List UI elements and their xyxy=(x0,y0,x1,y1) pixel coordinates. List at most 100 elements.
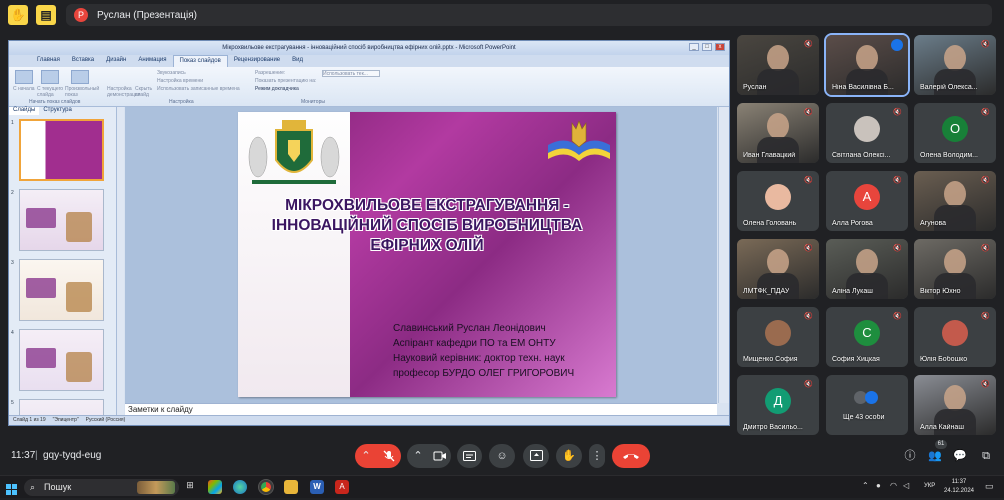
file-explorer-icon[interactable] xyxy=(284,480,298,494)
taskbar-search[interactable]: ⌕ Пошук xyxy=(24,479,179,496)
btn-from-start[interactable]: С начала xyxy=(13,86,35,92)
chevron-up-icon: ⌃ xyxy=(361,450,371,462)
participant-tile[interactable]: С 🔇 София Хицкая xyxy=(826,307,908,367)
participant-tile[interactable]: 🔇 Олена Головань xyxy=(737,171,819,231)
slide-author-line: Аспірант кафедри ПО та ЕМ ОНТУ xyxy=(393,338,556,349)
opt-presenter-view[interactable]: Режим докладчика xyxy=(255,86,299,92)
participant-tile[interactable]: 🔇 Руслан xyxy=(737,35,819,95)
camera-toggle-button[interactable] xyxy=(429,444,451,468)
opt-timing[interactable]: Использовать записанные времена xyxy=(157,86,240,92)
participant-tile[interactable]: 🔇 Иван Главацкий xyxy=(737,103,819,163)
ppt-tab[interactable]: Вид xyxy=(286,55,309,67)
monitor-dropdown[interactable]: Использовать тек... xyxy=(322,70,380,77)
mic-toggle-button[interactable] xyxy=(377,444,401,468)
side-tab[interactable]: Слайды xyxy=(9,107,40,115)
ppt-tab[interactable]: Анимация xyxy=(132,55,172,67)
copilot-icon[interactable] xyxy=(208,480,222,494)
notes-field[interactable]: Заметки к слайду xyxy=(125,403,717,415)
ppt-tab[interactable]: Главная xyxy=(31,55,66,67)
windows-start-icon[interactable] xyxy=(6,482,17,495)
tray-overflow-icon[interactable]: ⌃ xyxy=(862,481,869,490)
more-options-button[interactable]: ⋮ xyxy=(589,444,605,468)
word-icon[interactable]: W xyxy=(310,480,324,494)
minimize-icon[interactable]: _ xyxy=(689,43,699,51)
raise-hand-button[interactable]: ✋ xyxy=(556,444,582,468)
activities-icon[interactable]: ⧉ xyxy=(978,448,994,464)
camera-options-button[interactable]: ⌃ xyxy=(407,444,429,468)
close-icon[interactable]: x xyxy=(715,43,725,51)
btn-custom-show[interactable]: Произвольный показ xyxy=(65,86,99,98)
btn-hide-slide[interactable]: Скрыть слайд xyxy=(135,86,153,98)
ppt-tab[interactable]: Дизайн xyxy=(100,55,132,67)
participant-body xyxy=(934,273,976,299)
participant-tile[interactable]: Ще 43 особи xyxy=(826,375,908,435)
mic-options-button[interactable]: ⌃ xyxy=(355,444,377,468)
opt-narration[interactable]: Звукозапись xyxy=(157,70,186,76)
task-view-icon[interactable]: ⊞ xyxy=(183,480,197,494)
thumbnail-scrollbar[interactable] xyxy=(117,107,124,417)
participant-tile[interactable]: 🔇 Юлія Бобошко xyxy=(914,307,996,367)
thumbnail-number: 1 xyxy=(11,120,14,126)
status-theme: "Эпицентр" xyxy=(52,417,79,423)
participant-body xyxy=(846,69,888,95)
volume-icon[interactable]: ◁ xyxy=(903,481,909,490)
chrome-icon[interactable] xyxy=(258,479,274,495)
participant-tile[interactable]: 🔇 Валерій Олекса... xyxy=(914,35,996,95)
btn-setup[interactable]: Настройка демонстрации xyxy=(107,86,140,98)
mic-off-icon: 🔇 xyxy=(981,41,990,48)
slide-thumbnail[interactable] xyxy=(19,329,104,391)
slideshow-current-icon[interactable] xyxy=(41,70,59,84)
wifi-icon[interactable]: ◠ xyxy=(890,481,897,490)
mic-off-icon: 🔇 xyxy=(804,245,813,252)
meeting-info-icon[interactable]: ⓘ xyxy=(902,448,918,464)
keep-icon[interactable]: ▤ xyxy=(36,5,56,25)
ppt-tab[interactable]: Вставка xyxy=(66,55,100,67)
participant-tile[interactable]: Д 🔇 Дмитро Васильо... xyxy=(737,375,819,435)
tray-app-icon[interactable]: ● xyxy=(876,481,881,490)
leave-call-button[interactable] xyxy=(612,444,650,468)
opt-rehearse[interactable]: Настройка времени xyxy=(157,78,203,84)
input-language[interactable]: УКР xyxy=(924,483,935,489)
participant-tile[interactable]: 🔇 Світлана Олексі... xyxy=(826,103,908,163)
participant-tile[interactable]: 🔇 Віктор Юхно xyxy=(914,239,996,299)
notification-icon[interactable]: ▭ xyxy=(985,481,994,492)
participant-tile[interactable]: 🔇 Агунова xyxy=(914,171,996,231)
participant-tile[interactable]: А 🔇 Алла Рогова xyxy=(826,171,908,231)
side-tab[interactable]: Структура xyxy=(39,107,75,115)
acrobat-icon[interactable]: A xyxy=(335,480,349,494)
edge-icon[interactable] xyxy=(233,480,247,494)
ppt-tab[interactable]: Показ слайдов xyxy=(172,55,228,67)
present-screen-icon xyxy=(529,450,543,461)
slide-scrollbar[interactable] xyxy=(718,107,729,403)
more-vert-icon: ⋮ xyxy=(591,450,603,462)
participant-tile[interactable]: 🔇 Аліна Лукаш xyxy=(826,239,908,299)
presenter-chip[interactable]: Р Руслан (Презентація) xyxy=(66,4,992,26)
chat-icon[interactable]: 💬 xyxy=(952,448,968,464)
mic-off-icon: 🔇 xyxy=(893,177,902,184)
slideshow-start-icon[interactable] xyxy=(15,70,33,84)
opt-resolution[interactable]: Разрешение: xyxy=(255,70,285,76)
participant-tile[interactable]: O 🔇 Олена Володим... xyxy=(914,103,996,163)
slide-thumbnail[interactable] xyxy=(19,189,104,251)
participant-tile[interactable]: 🔇 ЛМТФК_ПДАУ xyxy=(737,239,819,299)
presenter-avatar: Р xyxy=(74,8,88,22)
participant-tile[interactable]: 🔇 Мищенко София xyxy=(737,307,819,367)
btn-from-current[interactable]: С текущего слайда xyxy=(37,86,65,98)
present-button[interactable] xyxy=(523,444,549,468)
hand-raise-icon[interactable]: ✋ xyxy=(8,5,28,25)
opt-show-on[interactable]: Показать презентацию на: xyxy=(255,78,316,84)
custom-show-icon[interactable] xyxy=(71,70,89,84)
participant-name: Иван Главацкий xyxy=(743,152,796,159)
mic-off-icon: 🔇 xyxy=(893,245,902,252)
captions-button[interactable] xyxy=(457,444,482,468)
people-icon[interactable]: 👥 xyxy=(927,448,943,464)
maximize-icon[interactable]: □ xyxy=(702,43,712,51)
participant-tile[interactable]: 🔇 Алла Кайнаш xyxy=(914,375,996,435)
thumbnail-number: 4 xyxy=(11,330,14,336)
taskbar-clock[interactable]: 11:37 24.12.2024 xyxy=(939,478,979,496)
ppt-tab[interactable]: Рецензирование xyxy=(228,55,286,67)
slide-thumbnail[interactable] xyxy=(19,259,104,321)
reactions-button[interactable]: ☺ xyxy=(489,444,515,468)
participant-tile[interactable]: Ніна Василівна Б... xyxy=(824,33,910,97)
slide-thumbnail[interactable] xyxy=(19,119,104,181)
